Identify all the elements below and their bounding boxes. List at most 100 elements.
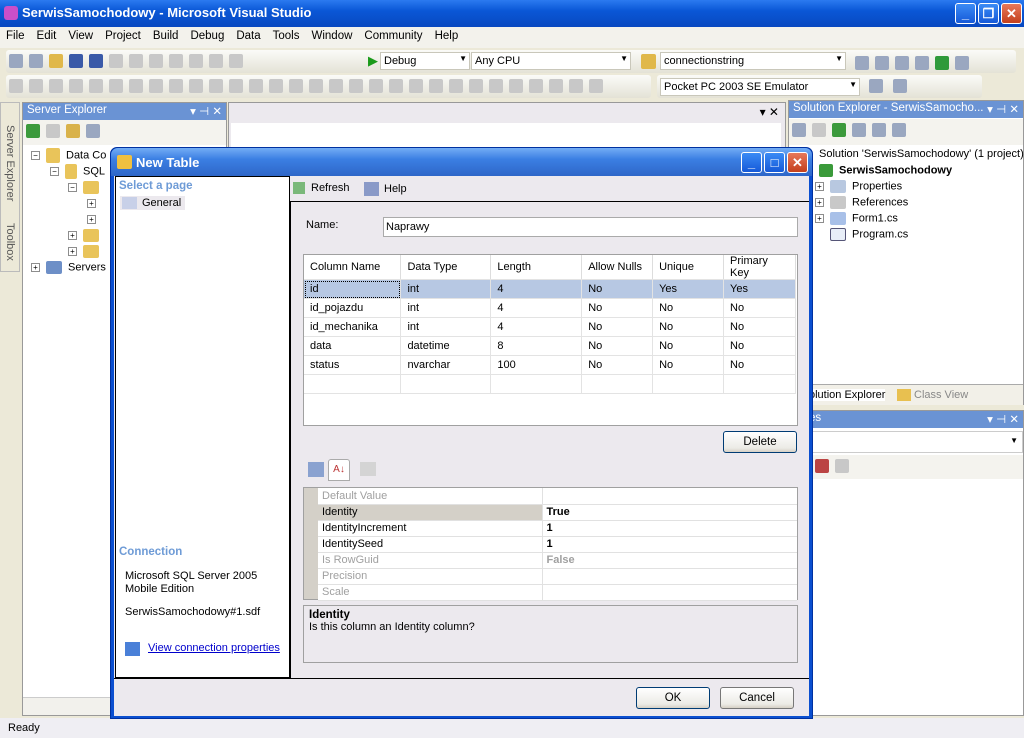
layout-tool-icon[interactable]	[489, 79, 503, 93]
object-browser-icon[interactable]	[895, 56, 909, 70]
layout-tool-icon[interactable]	[409, 79, 423, 93]
property-value[interactable]: False	[542, 552, 797, 569]
table-row-new[interactable]	[304, 374, 796, 394]
close-button[interactable]: ✕	[1001, 3, 1022, 24]
refresh-icon[interactable]	[832, 123, 846, 137]
dialog-close-button[interactable]: ✕	[787, 152, 808, 173]
grid-cell[interactable]: No	[652, 355, 725, 375]
menu-window[interactable]: Window	[306, 27, 359, 42]
minimize-button[interactable]: _	[955, 3, 976, 24]
menu-tools[interactable]: Tools	[267, 27, 306, 42]
grid-cell[interactable]: id_mechanika	[304, 317, 402, 337]
layout-tool-icon[interactable]	[29, 79, 43, 93]
grid-cell[interactable]: No	[581, 317, 654, 337]
grid-cell[interactable]: datetime	[400, 336, 492, 356]
view-connection-properties-link[interactable]: View connection properties	[148, 642, 280, 654]
panel-controls[interactable]: ▾ ⊣ ✕	[987, 102, 1019, 116]
menu-build[interactable]: Build	[147, 27, 185, 42]
tree-node-properties[interactable]: + Properties	[815, 180, 902, 193]
redo-icon[interactable]	[189, 54, 203, 68]
table-row[interactable]: id_pojazdu int 4 No No No	[304, 298, 796, 318]
grid-cell[interactable]: 4	[490, 279, 583, 299]
find-combo[interactable]: connectionstring ▼	[660, 52, 846, 70]
property-row[interactable]: IdentitySeed 1	[318, 536, 797, 553]
tree-node-expand[interactable]: +	[87, 213, 102, 225]
menu-community[interactable]: Community	[358, 27, 428, 42]
table-row[interactable]: status nvarchar 100 No No No	[304, 355, 796, 375]
cancel-button[interactable]: Cancel	[720, 687, 794, 709]
toolbox-icon[interactable]	[915, 56, 929, 70]
layout-tool-icon[interactable]	[209, 79, 223, 93]
delete-icon[interactable]	[46, 124, 60, 138]
tree-node-program[interactable]: Program.cs	[830, 228, 908, 241]
grid-cell[interactable]: status	[304, 355, 402, 375]
toolbox-side-tab[interactable]: Toolbox	[4, 223, 16, 261]
connect-database-icon[interactable]	[66, 124, 80, 138]
tree-node-form1[interactable]: + Form1.cs	[815, 212, 898, 225]
grid-cell[interactable]: No	[652, 317, 725, 337]
layout-tool-icon[interactable]	[509, 79, 523, 93]
panel-controls[interactable]: ▾ ⊣ ✕	[190, 104, 222, 118]
column-header[interactable]: Data Type	[400, 255, 492, 280]
tree-node-sql[interactable]: − SQL	[50, 164, 105, 179]
layout-tool-icon[interactable]	[569, 79, 583, 93]
layout-tool-icon[interactable]	[389, 79, 403, 93]
layout-tool-icon[interactable]	[329, 79, 343, 93]
navigate-back-icon[interactable]	[209, 54, 223, 68]
alphabetical-icon[interactable]: A↓	[328, 459, 350, 481]
property-row[interactable]: Default Value	[318, 488, 797, 505]
command-window-icon[interactable]	[955, 56, 969, 70]
close-document-button[interactable]: ▾ ✕	[760, 105, 779, 119]
solution-explorer-icon[interactable]	[855, 56, 869, 70]
grid-cell[interactable]: int	[400, 279, 492, 299]
tab-class-view[interactable]: Class View	[897, 389, 968, 402]
grid-cell[interactable]: id_pojazdu	[304, 298, 402, 318]
property-value[interactable]: True	[542, 504, 797, 521]
property-value[interactable]	[542, 584, 797, 601]
tree-node-references[interactable]: + References	[815, 196, 908, 209]
layout-tool-icon[interactable]	[69, 79, 83, 93]
layout-tool-icon[interactable]	[269, 79, 283, 93]
property-value[interactable]: 1	[542, 520, 797, 537]
platform-select[interactable]: Any CPU ▼	[471, 52, 631, 70]
layout-tool-icon[interactable]	[349, 79, 363, 93]
grid-cell[interactable]	[581, 374, 654, 394]
grid-cell[interactable]: No	[723, 317, 796, 337]
grid-cell[interactable]: Yes	[652, 279, 725, 299]
layout-tool-icon[interactable]	[129, 79, 143, 93]
save-icon[interactable]	[69, 54, 83, 68]
refresh-icon[interactable]	[26, 124, 40, 138]
start-page-icon[interactable]	[935, 56, 949, 70]
grid-cell[interactable]: 8	[490, 336, 583, 356]
solution-node[interactable]: Solution 'SerwisSamochodowy' (1 project)	[819, 148, 1024, 160]
menu-file[interactable]: File	[0, 27, 31, 42]
column-header[interactable]: Column Name	[304, 255, 402, 280]
device-options-icon[interactable]	[893, 79, 907, 93]
restore-button[interactable]: ❐	[978, 3, 999, 24]
properties-icon[interactable]	[792, 123, 806, 137]
property-row[interactable]: Scale	[318, 584, 797, 601]
grid-cell[interactable]: No	[723, 355, 796, 375]
layout-tool-icon[interactable]	[429, 79, 443, 93]
layout-tool-icon[interactable]	[529, 79, 543, 93]
layout-tool-icon[interactable]	[249, 79, 263, 93]
layout-tool-icon[interactable]	[229, 79, 243, 93]
property-row[interactable]: IdentityIncrement 1	[318, 520, 797, 537]
layout-tool-icon[interactable]	[9, 79, 23, 93]
property-value[interactable]	[542, 488, 797, 505]
menu-debug[interactable]: Debug	[184, 27, 230, 42]
layout-tool-icon[interactable]	[309, 79, 323, 93]
column-header[interactable]: Allow Nulls	[581, 255, 654, 280]
grid-cell[interactable]: 4	[490, 298, 583, 318]
refresh-button[interactable]: Refresh	[293, 182, 350, 195]
grid-cell[interactable]: No	[581, 279, 654, 299]
grid-cell[interactable]	[652, 374, 725, 394]
grid-cell[interactable]	[490, 374, 583, 394]
menu-help[interactable]: Help	[429, 27, 465, 42]
menu-project[interactable]: Project	[99, 27, 147, 42]
grid-cell[interactable]: int	[400, 298, 492, 318]
tab-solution-explorer[interactable]: olution Explorer	[809, 389, 886, 401]
grid-cell[interactable]	[723, 374, 796, 394]
grid-cell[interactable]	[304, 374, 402, 394]
layout-tool-icon[interactable]	[169, 79, 183, 93]
